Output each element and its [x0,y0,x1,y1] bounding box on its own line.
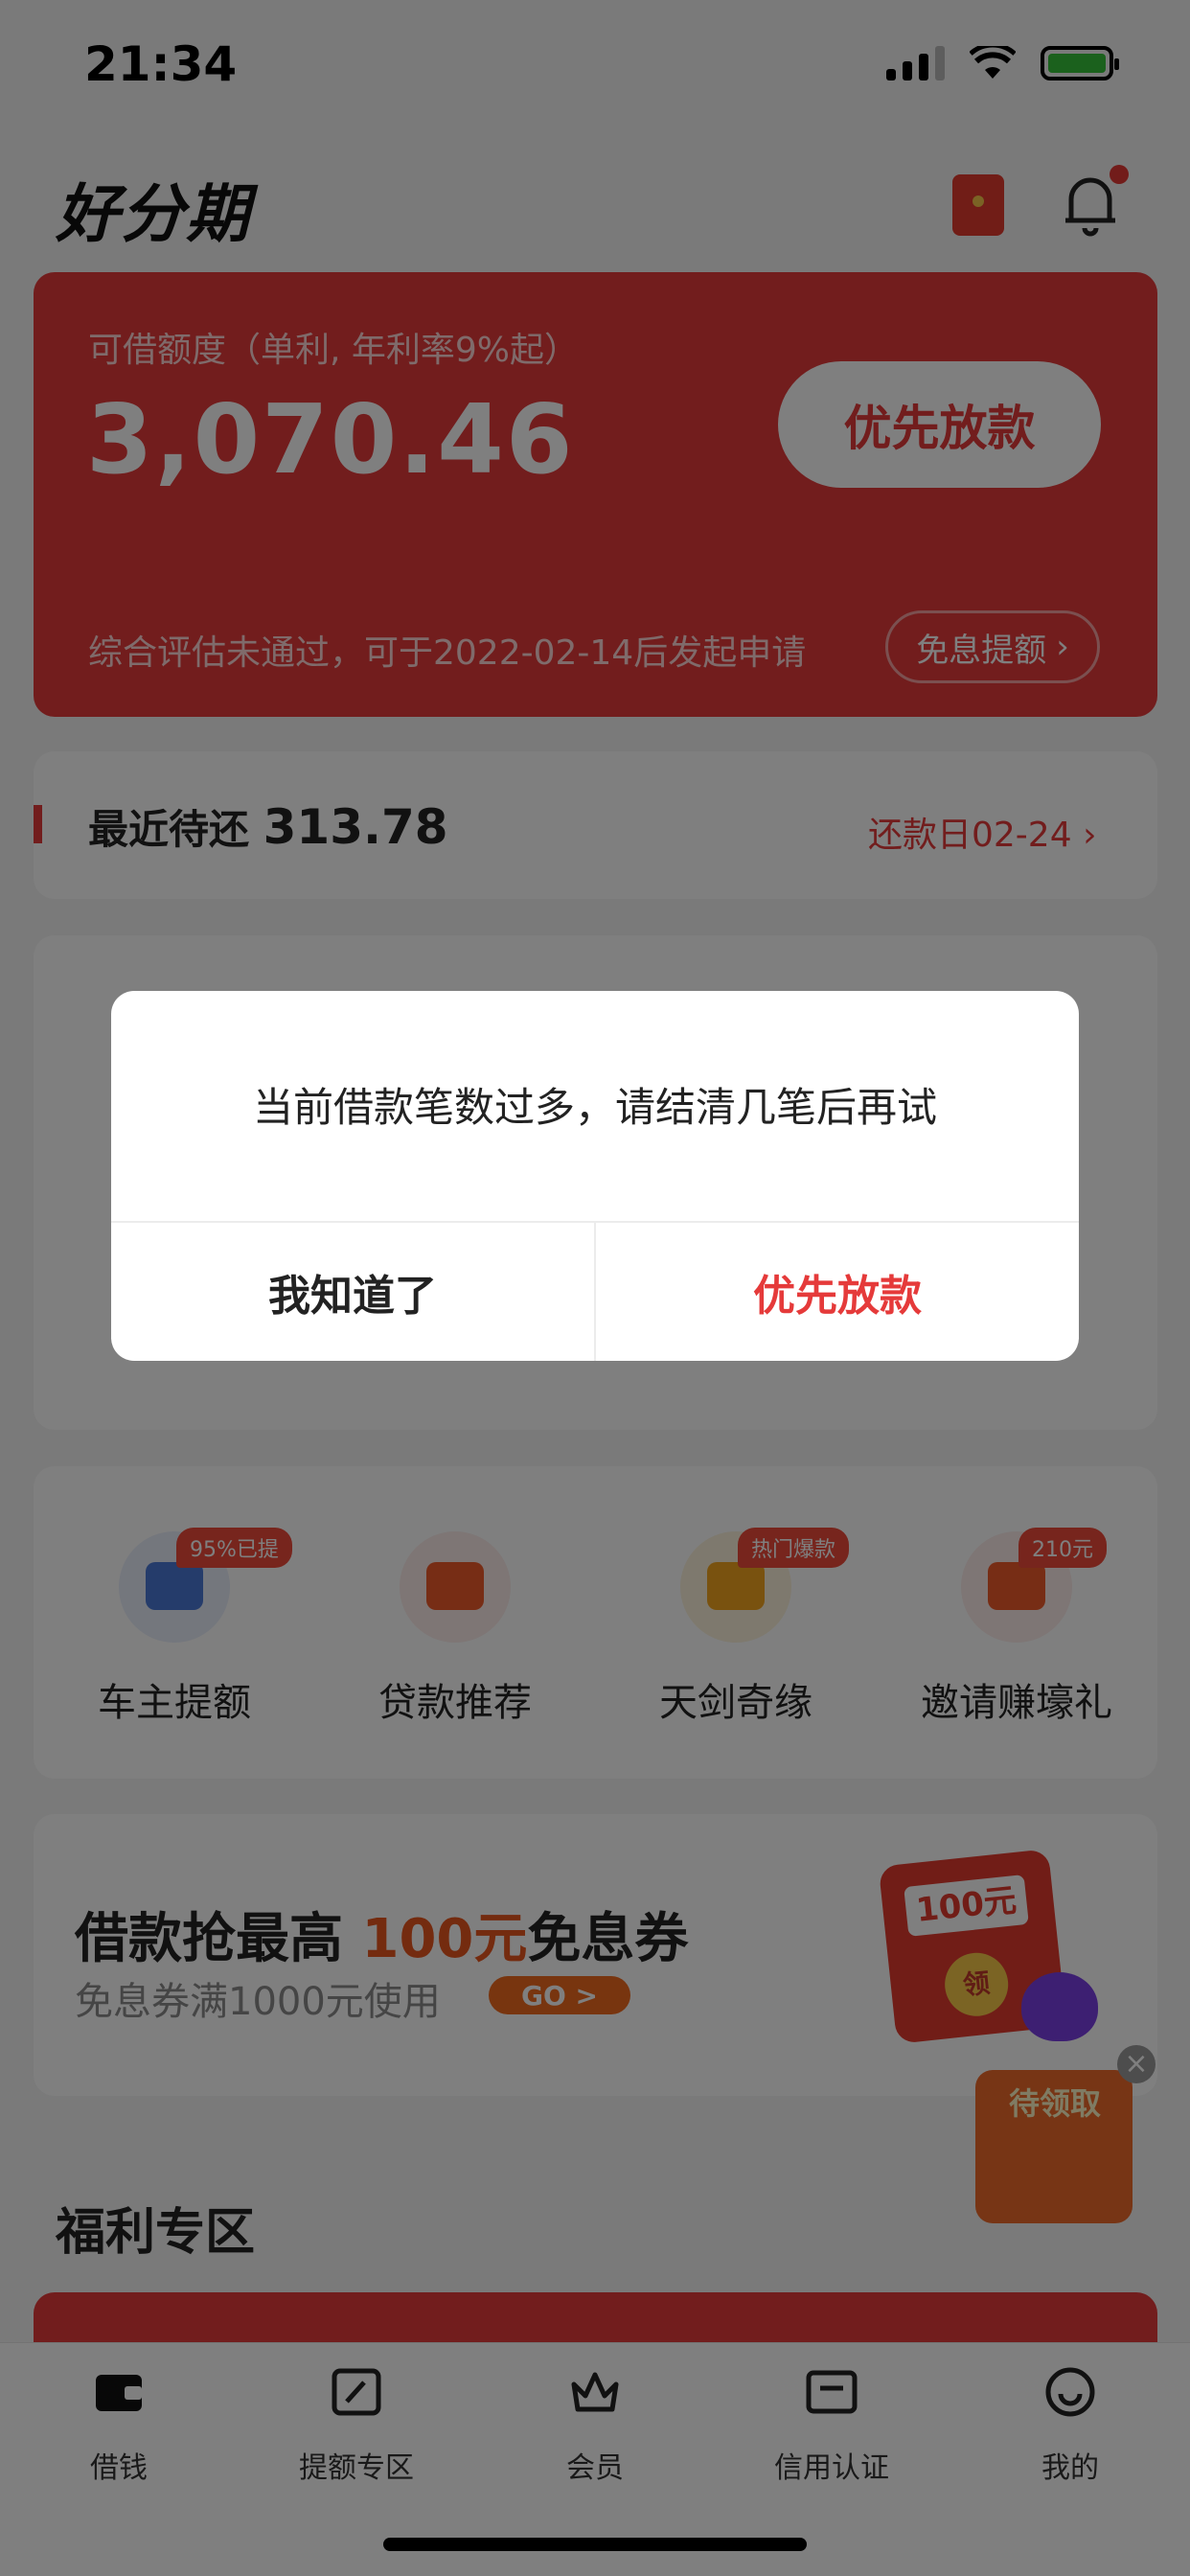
dialog-dismiss-button[interactable]: 我知道了 [111,1223,594,1361]
dialog-priority-loan-button[interactable]: 优先放款 [596,1223,1079,1361]
alert-dialog: 当前借款笔数过多，请结清几笔后再试 我知道了 优先放款 [111,991,1079,1361]
dialog-message: 当前借款笔数过多，请结清几笔后再试 [252,1084,937,1131]
